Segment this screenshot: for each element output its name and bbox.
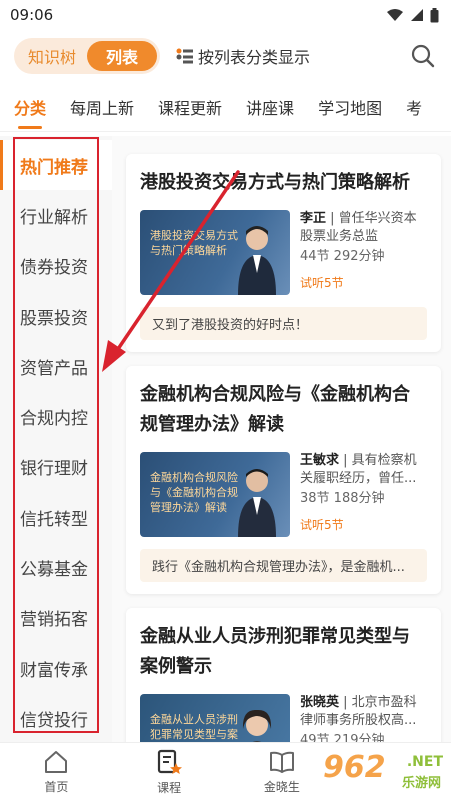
nav-jinxiaosheng[interactable]: 金晓生	[226, 743, 339, 802]
view-toggle: 知识树 列表	[14, 38, 160, 74]
thumbnail-caption: 港股投资交易方式与热门策略解析	[150, 229, 238, 257]
trial-link[interactable]: 试听5节	[300, 274, 427, 292]
category-sidebar: 热门推荐 行业解析 债券投资 股票投资 资管产品 合规内控 银行理财 信托转型 …	[0, 136, 112, 742]
nav-courses-label: 课程	[157, 781, 182, 795]
course-stats: 38节 188分钟	[300, 491, 385, 506]
status-bar: 09:06	[0, 0, 451, 30]
wifi-icon	[387, 9, 403, 21]
sidebar-item-public-funds[interactable]: 公募基金	[0, 542, 112, 592]
teacher-name: 李正	[300, 211, 327, 226]
tab-weekly-new[interactable]: 每周上新	[70, 95, 134, 119]
thumbnail-caption: 金融机构合规风险与《金融机构合规管理办法》解读	[150, 471, 238, 514]
signal-icon	[411, 9, 423, 21]
course-desc: 践行《金融机构合规管理办法》，是金融机...	[140, 549, 427, 582]
course-list: 港股投资交易方式与热门策略解析 港股投资交易方式与热门策略解析 李正 | 曾任华…	[112, 136, 451, 742]
sidebar-item-industry[interactable]: 行业解析	[0, 190, 112, 240]
course-card[interactable]: 港股投资交易方式与热门策略解析 港股投资交易方式与热门策略解析 李正 | 曾任华…	[126, 154, 441, 352]
sidebar-item-asset-mgmt[interactable]: 资管产品	[0, 341, 112, 391]
watermark-number: 962	[323, 750, 386, 785]
course-title: 金融机构合规风险与《金融机构合规管理办法》解读	[140, 384, 410, 435]
nav-jinxiaosheng-label: 金晓生	[263, 780, 300, 794]
tab-category[interactable]: 分类	[14, 95, 46, 129]
sidebar-item-credit-ib[interactable]: 信贷投行	[0, 693, 112, 743]
view-hint: 按列表分类显示	[176, 44, 409, 68]
search-icon	[411, 44, 435, 68]
course-body: 金融机构合规风险与《金融机构合规管理办法》解读 王敏求 | 具有检察机关履职经历…	[140, 452, 427, 537]
content-area: 热门推荐 行业解析 债券投资 股票投资 资管产品 合规内控 银行理财 信托转型 …	[0, 136, 451, 742]
sidebar-item-marketing[interactable]: 营销拓客	[0, 593, 112, 643]
course-stats: 44节 292分钟	[300, 249, 385, 264]
teacher-name: 王敏求	[300, 453, 340, 468]
sidebar-item-bonds[interactable]: 债券投资	[0, 241, 112, 291]
tab-exam[interactable]: 考	[406, 95, 422, 119]
trial-link[interactable]: 试听5节	[300, 516, 427, 534]
view-hint-text: 按列表分类显示	[198, 48, 311, 67]
course-title: 港股投资交易方式与热门策略解析	[140, 172, 410, 193]
sidebar-item-compliance[interactable]: 合规内控	[0, 391, 112, 441]
book-icon	[269, 751, 294, 773]
top-bar: 知识树 列表 按列表分类显示	[0, 30, 451, 82]
teacher-line: 王敏求 | 具有检察机关履职经历，曾任...	[300, 453, 417, 486]
sidebar-item-stocks[interactable]: 股票投资	[0, 291, 112, 341]
sidebar-item-trust[interactable]: 信托转型	[0, 492, 112, 542]
course-meta: 张晓英 | 北京市盈科律师事务所股权高... 49节 219分钟	[300, 694, 427, 742]
teacher-name: 张晓英	[300, 695, 340, 710]
course-body: 港股投资交易方式与热门策略解析 李正 | 曾任华兴资本股票业务总监 44节 29…	[140, 210, 427, 295]
tab-course-updates[interactable]: 课程更新	[158, 95, 222, 119]
watermark-site: 乐游网	[401, 776, 441, 791]
teacher-portrait-icon	[238, 469, 276, 537]
home-icon	[45, 751, 68, 773]
course-meta: 王敏求 | 具有检察机关履职经历，曾任... 38节 188分钟 试听5节	[300, 452, 427, 537]
nav-courses[interactable]: 课程	[113, 743, 226, 802]
watermark-net: .NET	[406, 754, 443, 770]
toggle-list[interactable]: 列表	[87, 41, 157, 71]
course-card[interactable]: 金融从业人员涉刑犯罪常见类型与案例警示 金融从业人员涉刑犯罪常见类型与案例警示 …	[126, 608, 441, 742]
course-thumbnail: 港股投资交易方式与热门策略解析	[140, 210, 290, 295]
teacher-portrait-icon	[238, 226, 276, 295]
status-time: 09:06	[10, 6, 54, 24]
course-icon	[158, 749, 183, 774]
course-stats: 49节 219分钟	[300, 733, 385, 742]
teacher-line: 张晓英 | 北京市盈科律师事务所股权高...	[300, 695, 417, 728]
course-desc: 又到了港股投资的好时点！	[140, 307, 427, 340]
sidebar-item-hot[interactable]: 热门推荐	[0, 140, 112, 191]
sidebar-item-bank-wealth[interactable]: 银行理财	[0, 442, 112, 492]
status-icons	[386, 7, 439, 23]
course-title: 金融从业人员涉刑犯罪常见类型与案例警示	[140, 626, 410, 677]
tab-learning-map[interactable]: 学习地图	[318, 95, 382, 119]
course-meta: 李正 | 曾任华兴资本股票业务总监 44节 292分钟 试听5节	[300, 210, 427, 295]
nav-home[interactable]: 首页	[0, 743, 113, 802]
course-card[interactable]: 金融机构合规风险与《金融机构合规管理办法》解读 金融机构合规风险与《金融机构合规…	[126, 366, 441, 594]
battery-icon	[430, 7, 439, 22]
search-button[interactable]	[409, 42, 437, 70]
teacher-line: 李正 | 曾任华兴资本股票业务总监	[300, 211, 417, 244]
toggle-knowledge-tree[interactable]: 知识树	[17, 41, 87, 71]
course-thumbnail: 金融从业人员涉刑犯罪常见类型与案例警示	[140, 694, 290, 742]
course-thumbnail: 金融机构合规风险与《金融机构合规管理办法》解读	[140, 452, 290, 537]
list-icon	[176, 48, 193, 64]
watermark-logo: 962 .NET 乐游网	[323, 750, 443, 791]
tab-lectures[interactable]: 讲座课	[246, 95, 294, 119]
sidebar-item-wealth-inherit[interactable]: 财富传承	[0, 643, 112, 693]
nav-home-label: 首页	[44, 780, 69, 794]
category-tabs: 分类 每周上新 课程更新 讲座课 学习地图 考	[0, 82, 451, 132]
course-body: 金融从业人员涉刑犯罪常见类型与案例警示 张晓英 | 北京市盈科律师事务所股权高.…	[140, 694, 427, 742]
thumbnail-caption: 金融从业人员涉刑犯罪常见类型与案例警示	[150, 713, 238, 741]
teacher-portrait-icon	[242, 709, 272, 742]
